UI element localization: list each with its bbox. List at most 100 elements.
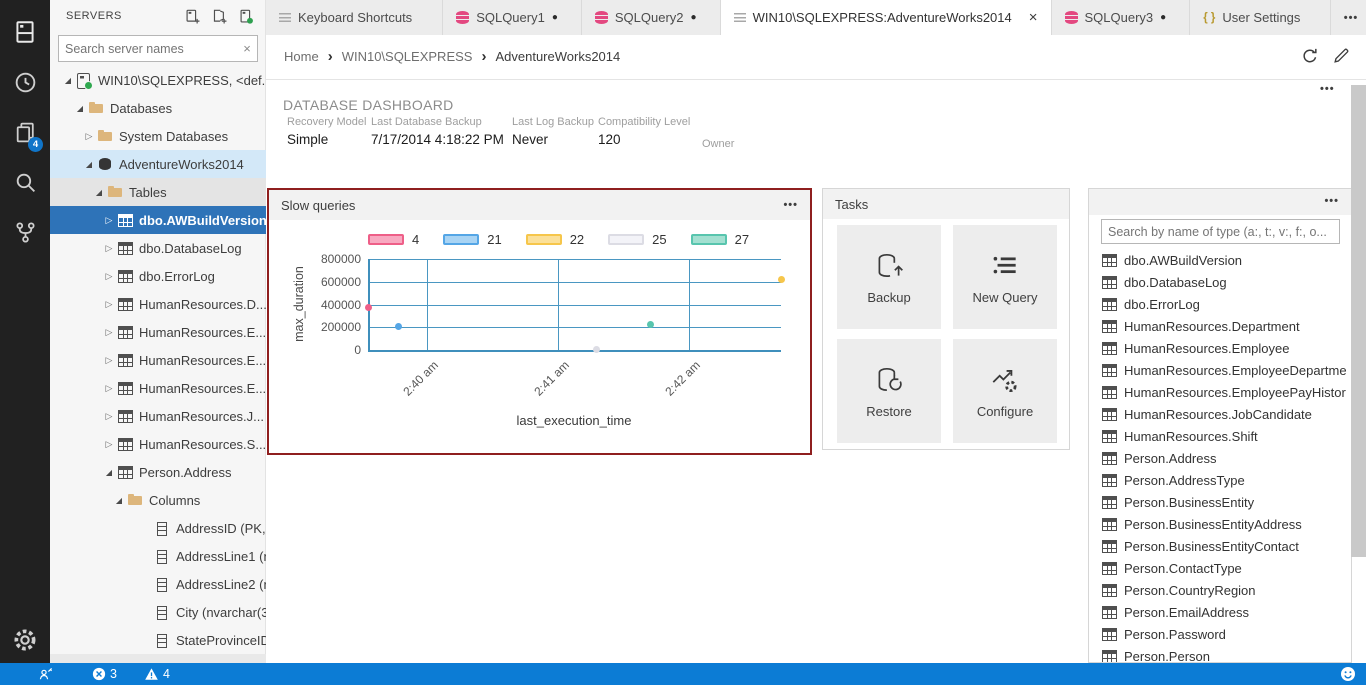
- tree-row[interactable]: HumanResources.E...: [50, 346, 266, 374]
- tree-row[interactable]: System Databases: [50, 122, 266, 150]
- connection-status-icon[interactable]: [38, 663, 54, 685]
- tree-row[interactable]: WIN10\SQLEXPRESS, <def...: [50, 66, 266, 94]
- tree-row[interactable]: AddressLine1 (n...: [50, 542, 266, 570]
- twistie-icon[interactable]: [81, 160, 97, 169]
- refresh-icon[interactable]: [1300, 46, 1320, 66]
- tab-overflow-button[interactable]: •••: [1336, 0, 1366, 35]
- table-list-item[interactable]: Person.BusinessEntityAddress: [1101, 513, 1347, 535]
- search-icon[interactable]: [0, 160, 50, 204]
- tree-row[interactable]: HumanResources.D...: [50, 290, 266, 318]
- tree-row[interactable]: City (nvarchar(3...: [50, 598, 266, 626]
- tree-row[interactable]: Tables: [50, 178, 266, 206]
- editor-tab[interactable]: User Settings: [1190, 0, 1332, 35]
- clear-search-icon[interactable]: ×: [237, 41, 257, 56]
- twistie-icon[interactable]: [101, 411, 117, 422]
- tree-row[interactable]: dbo.DatabaseLog: [50, 234, 266, 262]
- legend-item[interactable]: 27: [690, 232, 749, 247]
- twistie-icon[interactable]: [101, 355, 117, 366]
- active-connections-icon[interactable]: [237, 7, 255, 25]
- tree-row[interactable]: dbo.ErrorLog: [50, 262, 266, 290]
- twistie-icon[interactable]: [101, 327, 117, 338]
- legend-item[interactable]: 21: [443, 232, 502, 247]
- servers-icon[interactable]: [0, 10, 50, 54]
- tree-row[interactable]: HumanResources.E...: [50, 318, 266, 346]
- tree-row[interactable]: StateProvinceID...: [50, 626, 266, 654]
- backup-button[interactable]: Backup: [837, 225, 941, 329]
- twistie-icon[interactable]: [91, 188, 107, 197]
- editor-tab[interactable]: SQLQuery3 ●: [1052, 0, 1191, 35]
- breadcrumb-database[interactable]: AdventureWorks2014: [495, 49, 620, 64]
- twistie-icon[interactable]: [101, 468, 117, 477]
- configure-button[interactable]: Configure: [953, 339, 1057, 443]
- table-list-item[interactable]: dbo.DatabaseLog: [1101, 271, 1347, 293]
- tree-item-label: City (nvarchar(3...: [176, 604, 266, 620]
- tree-row[interactable]: AddressLine2 (n...: [50, 570, 266, 598]
- table-list-item[interactable]: HumanResources.Shift: [1101, 425, 1347, 447]
- twistie-icon[interactable]: [101, 299, 117, 310]
- table-list-item[interactable]: Person.Address: [1101, 447, 1347, 469]
- breadcrumb-server[interactable]: WIN10\SQLEXPRESS: [342, 49, 473, 64]
- new-query-button[interactable]: New Query: [953, 225, 1057, 329]
- editor-tab[interactable]: Keyboard Shortcuts: [266, 0, 444, 35]
- twistie-icon[interactable]: [101, 243, 117, 254]
- twistie-icon[interactable]: [101, 271, 117, 282]
- tree-row[interactable]: dbo.AWBuildVersion: [50, 206, 266, 234]
- tree-row[interactable]: AddressID (PK, i...: [50, 514, 266, 542]
- edit-pencil-icon[interactable]: [1332, 46, 1352, 66]
- task-history-icon[interactable]: [0, 60, 50, 104]
- legend-item[interactable]: 22: [525, 232, 584, 247]
- table-list-item[interactable]: HumanResources.Department: [1101, 315, 1347, 337]
- table-list-item[interactable]: Person.Person: [1101, 645, 1347, 662]
- table-list-item[interactable]: Person.ContactType: [1101, 557, 1347, 579]
- source-control-icon[interactable]: [0, 210, 50, 254]
- table-list-item[interactable]: Person.BusinessEntity: [1101, 491, 1347, 513]
- open-editors-icon[interactable]: 4: [0, 110, 50, 154]
- twistie-icon[interactable]: [101, 383, 117, 394]
- widget-more-ellipsis[interactable]: •••: [783, 199, 798, 211]
- restore-button[interactable]: Restore: [837, 339, 941, 443]
- table-list-item[interactable]: Person.EmailAddress: [1101, 601, 1347, 623]
- twistie-icon[interactable]: [101, 215, 117, 226]
- table-list-item[interactable]: HumanResources.JobCandidate: [1101, 403, 1347, 425]
- table-list-item[interactable]: Person.CountryRegion: [1101, 579, 1347, 601]
- table-list-item[interactable]: HumanResources.EmployeePayHistor: [1101, 381, 1347, 403]
- twistie-icon[interactable]: [81, 131, 97, 142]
- table-list-item[interactable]: dbo.AWBuildVersion: [1101, 249, 1347, 271]
- feedback-smiley-icon[interactable]: [1340, 663, 1356, 685]
- scrollbar-thumb[interactable]: [1351, 85, 1366, 557]
- editor-tab[interactable]: WIN10\SQLEXPRESS:AdventureWorks2014 ×: [720, 0, 1052, 35]
- server-search-input[interactable]: [59, 41, 237, 56]
- twistie-icon[interactable]: [72, 104, 88, 113]
- tree-row[interactable]: Person.Address: [50, 458, 266, 486]
- table-list-item[interactable]: Person.BusinessEntityContact: [1101, 535, 1347, 557]
- tree-row[interactable]: AdventureWorks2014: [50, 150, 266, 178]
- close-tab-button[interactable]: ×: [1029, 9, 1038, 26]
- new-connection-icon[interactable]: [183, 7, 201, 25]
- tree-row[interactable]: HumanResources.E...: [50, 374, 266, 402]
- twistie-icon[interactable]: [101, 439, 117, 450]
- warning-count[interactable]: 4: [144, 663, 170, 685]
- tree-row[interactable]: HumanResources.J...: [50, 402, 266, 430]
- breadcrumb-home[interactable]: Home: [284, 49, 319, 64]
- editor-tab[interactable]: SQLQuery2 ●: [582, 0, 721, 35]
- table-list-item[interactable]: dbo.ErrorLog: [1101, 293, 1347, 315]
- twistie-icon[interactable]: [60, 76, 76, 85]
- dashboard-actions-ellipsis[interactable]: •••: [1320, 83, 1335, 95]
- sidebar-horizontal-scrollbar[interactable]: [50, 654, 266, 663]
- editor-tab[interactable]: SQLQuery1 ●: [443, 0, 582, 35]
- tree-row[interactable]: Columns: [50, 486, 266, 514]
- settings-gear-icon[interactable]: [0, 618, 50, 662]
- error-count[interactable]: 3: [92, 663, 117, 685]
- twistie-icon[interactable]: [111, 496, 127, 505]
- legend-item[interactable]: 4: [368, 232, 419, 247]
- table-list-item[interactable]: Person.Password: [1101, 623, 1347, 645]
- widget-more-ellipsis[interactable]: •••: [1324, 195, 1339, 207]
- legend-item[interactable]: 25: [608, 232, 667, 247]
- table-list-item[interactable]: Person.AddressType: [1101, 469, 1347, 491]
- tree-row[interactable]: Databases: [50, 94, 266, 122]
- new-server-group-icon[interactable]: [210, 7, 228, 25]
- table-list-item[interactable]: HumanResources.Employee: [1101, 337, 1347, 359]
- object-search-input[interactable]: [1102, 220, 1339, 243]
- table-list-item[interactable]: HumanResources.EmployeeDepartme: [1101, 359, 1347, 381]
- tree-row[interactable]: HumanResources.S...: [50, 430, 266, 458]
